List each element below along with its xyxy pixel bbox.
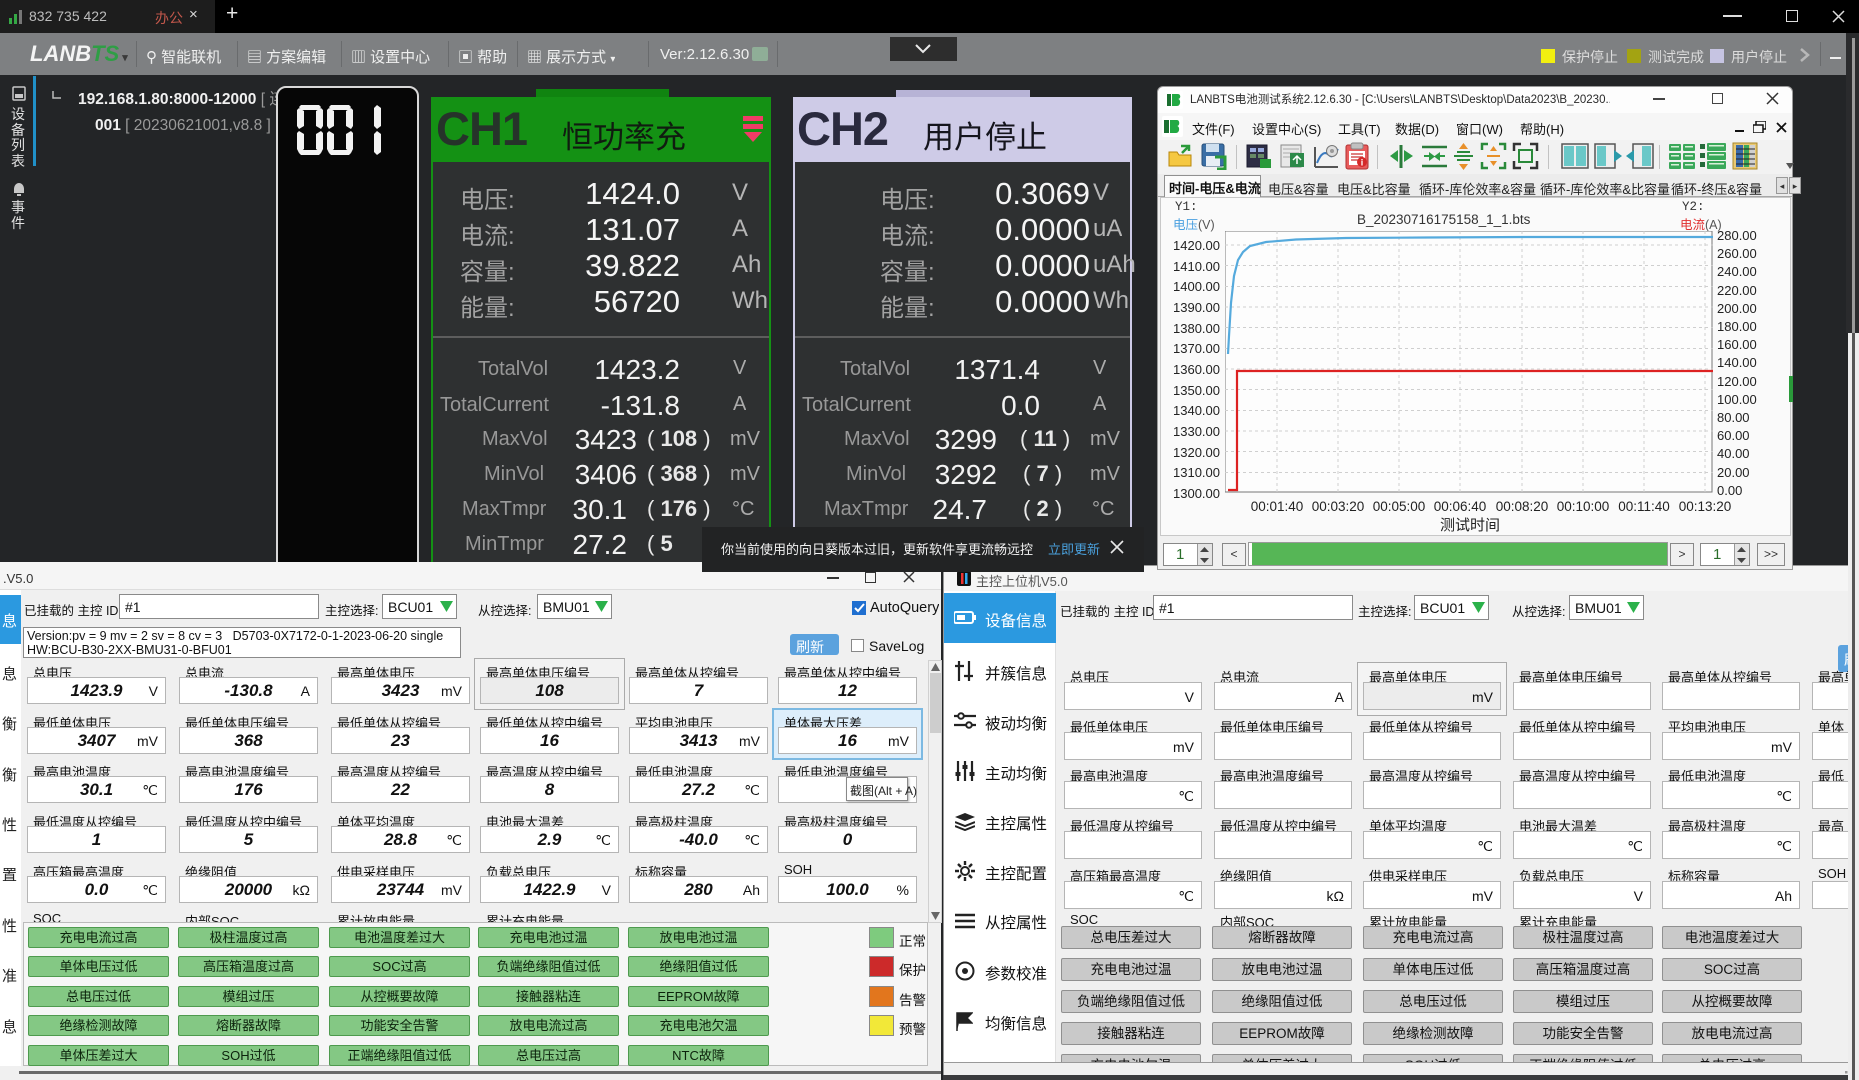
- svg-text:i: i: [1361, 158, 1364, 168]
